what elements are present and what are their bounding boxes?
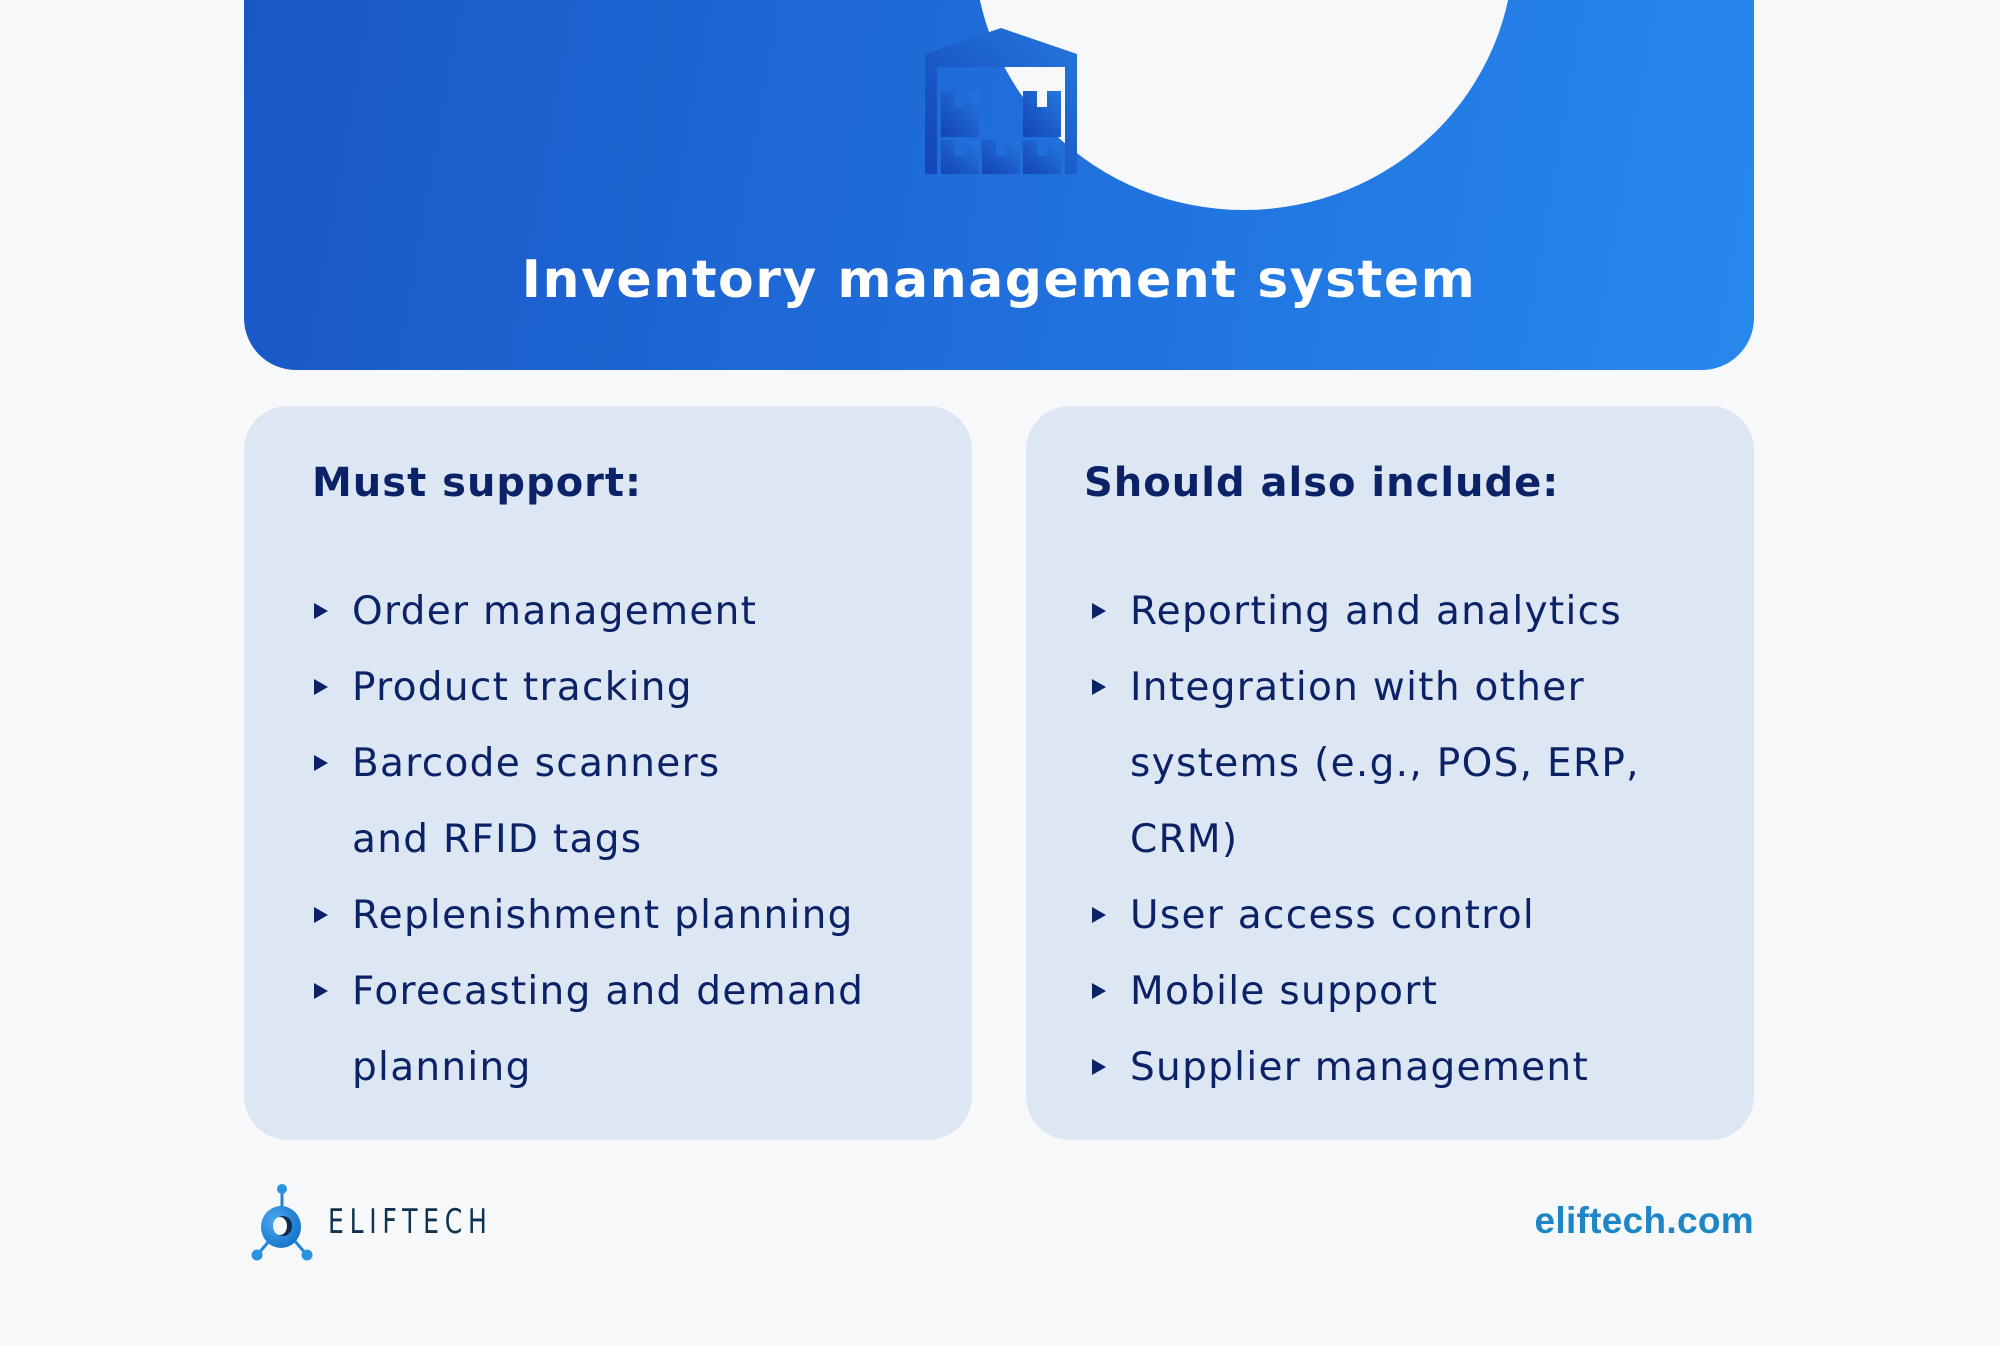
list-item: Mobile support <box>1090 954 1754 1030</box>
list-item: Replenishment planning <box>312 878 972 954</box>
must-support-card: Must support: Order management Product t… <box>244 406 972 1140</box>
list-item: Supplier management <box>1090 1030 1754 1106</box>
triangle-bullet-icon <box>314 907 328 923</box>
list-item: Reporting and analytics <box>1090 574 1754 650</box>
feature-list: Order management Product tracking Barcod… <box>244 574 972 1106</box>
triangle-bullet-icon <box>314 603 328 619</box>
page-title: Inventory management system <box>521 250 1477 310</box>
warehouse-icon <box>925 28 1077 174</box>
brand-name: ELIFTECH <box>328 1202 493 1242</box>
list-item: Forecasting and demand planning <box>312 954 972 1106</box>
triangle-bullet-icon <box>1092 907 1106 923</box>
triangle-bullet-icon <box>314 755 328 771</box>
feature-list: Reporting and analytics Integration with… <box>1026 574 1754 1106</box>
card-heading: Should also include: <box>1084 460 1560 506</box>
list-item: Order management <box>312 574 972 650</box>
brand-logo[interactable]: ELIFTECH <box>250 1182 529 1262</box>
list-item: Barcode scanners and RFID tags <box>312 726 972 878</box>
triangle-bullet-icon <box>1092 679 1106 695</box>
should-include-card: Should also include: Reporting and analy… <box>1026 406 1754 1140</box>
list-item: Integration with other systems (e.g., PO… <box>1090 650 1754 878</box>
website-link[interactable]: eliftech.com <box>1535 1200 1755 1242</box>
triangle-bullet-icon <box>314 983 328 999</box>
card-heading: Must support: <box>312 460 643 506</box>
eliftech-logo-icon <box>251 1184 313 1261</box>
list-item: Product tracking <box>312 650 972 726</box>
triangle-bullet-icon <box>314 679 328 695</box>
triangle-bullet-icon <box>1092 603 1106 619</box>
list-item: User access control <box>1090 878 1754 954</box>
triangle-bullet-icon <box>1092 983 1106 999</box>
triangle-bullet-icon <box>1092 1059 1106 1075</box>
